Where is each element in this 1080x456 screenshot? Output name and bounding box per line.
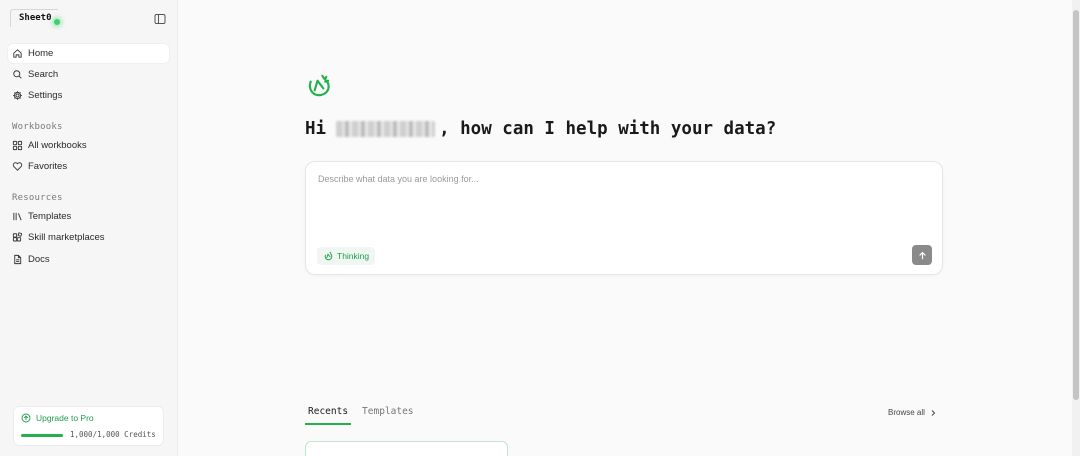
upgrade-card[interactable]: Upgrade to Pro 1,000/1,000 Credits xyxy=(13,406,164,446)
sidebar-item-search[interactable]: Search xyxy=(8,65,169,84)
document-icon xyxy=(14,254,22,265)
sidebar-item-label: Docs xyxy=(28,254,50,265)
heart-icon xyxy=(12,162,23,171)
tab-recents[interactable]: Recents xyxy=(305,404,352,425)
greeting-prefix: Hi xyxy=(305,119,327,139)
arrow-up-circle-icon xyxy=(21,413,31,423)
sidebar-item-favorites[interactable]: Favorites xyxy=(8,157,169,176)
sidebar: Sheet0 Home Search Settings Workbooks Al… xyxy=(0,0,178,456)
home-icon xyxy=(13,49,22,58)
sidebar-item-home[interactable]: Home xyxy=(8,44,169,63)
recent-workbook-card[interactable] xyxy=(305,441,508,456)
thinking-toggle[interactable]: Thinking xyxy=(317,247,376,265)
app-logo-text: Sheet0 xyxy=(19,13,52,23)
scrollbar-thumb[interactable] xyxy=(1073,10,1079,400)
blocks-icon xyxy=(12,232,23,242)
brain-icon xyxy=(324,251,333,261)
sidebar-item-label: Home xyxy=(28,48,54,59)
chevron-right-icon xyxy=(931,409,936,416)
sidebar-toggle-icon[interactable] xyxy=(154,12,166,24)
logo-glow-dot xyxy=(54,19,60,25)
sidebar-item-label: All workbooks xyxy=(28,140,87,151)
prompt-box: Thinking xyxy=(305,161,943,275)
app-logo[interactable]: Sheet0 xyxy=(10,9,58,27)
browse-all-link[interactable]: Browse all xyxy=(888,408,937,417)
sidebar-item-templates[interactable]: Templates xyxy=(8,207,169,226)
sidebar-item-all-workbooks[interactable]: All workbooks xyxy=(8,136,169,155)
gear-icon xyxy=(13,91,22,100)
greeting-suffix: , how can I help with your data? xyxy=(439,119,777,139)
upgrade-label: Upgrade to Pro xyxy=(36,413,94,423)
upgrade-to-pro-button[interactable]: Upgrade to Pro xyxy=(21,413,94,423)
sidebar-item-label: Skill marketplaces xyxy=(28,232,105,243)
library-icon xyxy=(13,212,22,221)
section-label-workbooks: Workbooks xyxy=(12,122,63,132)
content-tabs: Recents Templates xyxy=(305,404,425,425)
sidebar-item-label: Settings xyxy=(28,90,63,101)
sidebar-item-skill-marketplaces[interactable]: Skill marketplaces xyxy=(8,228,169,247)
scrollbar[interactable] xyxy=(1072,0,1080,456)
browse-all-label: Browse all xyxy=(888,408,925,417)
credits-text: 1,000/1,000 Credits xyxy=(70,430,156,439)
sidebar-item-label: Templates xyxy=(28,211,72,222)
sidebar-item-docs[interactable]: Docs xyxy=(8,250,169,269)
greeting-heading: Hi , how can I help with your data? xyxy=(305,119,776,139)
tab-templates[interactable]: Templates xyxy=(359,404,416,425)
credits-progress-bar xyxy=(21,434,63,437)
search-icon xyxy=(13,70,22,79)
credits-progress-fill xyxy=(21,434,63,437)
grid-icon xyxy=(12,140,23,151)
arrow-up-icon xyxy=(918,251,926,259)
thinking-label: Thinking xyxy=(337,251,370,261)
blurred-user-name xyxy=(336,121,436,137)
sidebar-item-label: Favorites xyxy=(28,161,68,172)
brand-logo-icon xyxy=(308,74,330,97)
sidebar-item-label: Search xyxy=(28,69,59,80)
send-button[interactable] xyxy=(912,245,932,265)
sidebar-item-settings[interactable]: Settings xyxy=(8,86,169,105)
section-label-resources: Resources xyxy=(12,193,63,203)
prompt-input[interactable] xyxy=(318,174,928,234)
